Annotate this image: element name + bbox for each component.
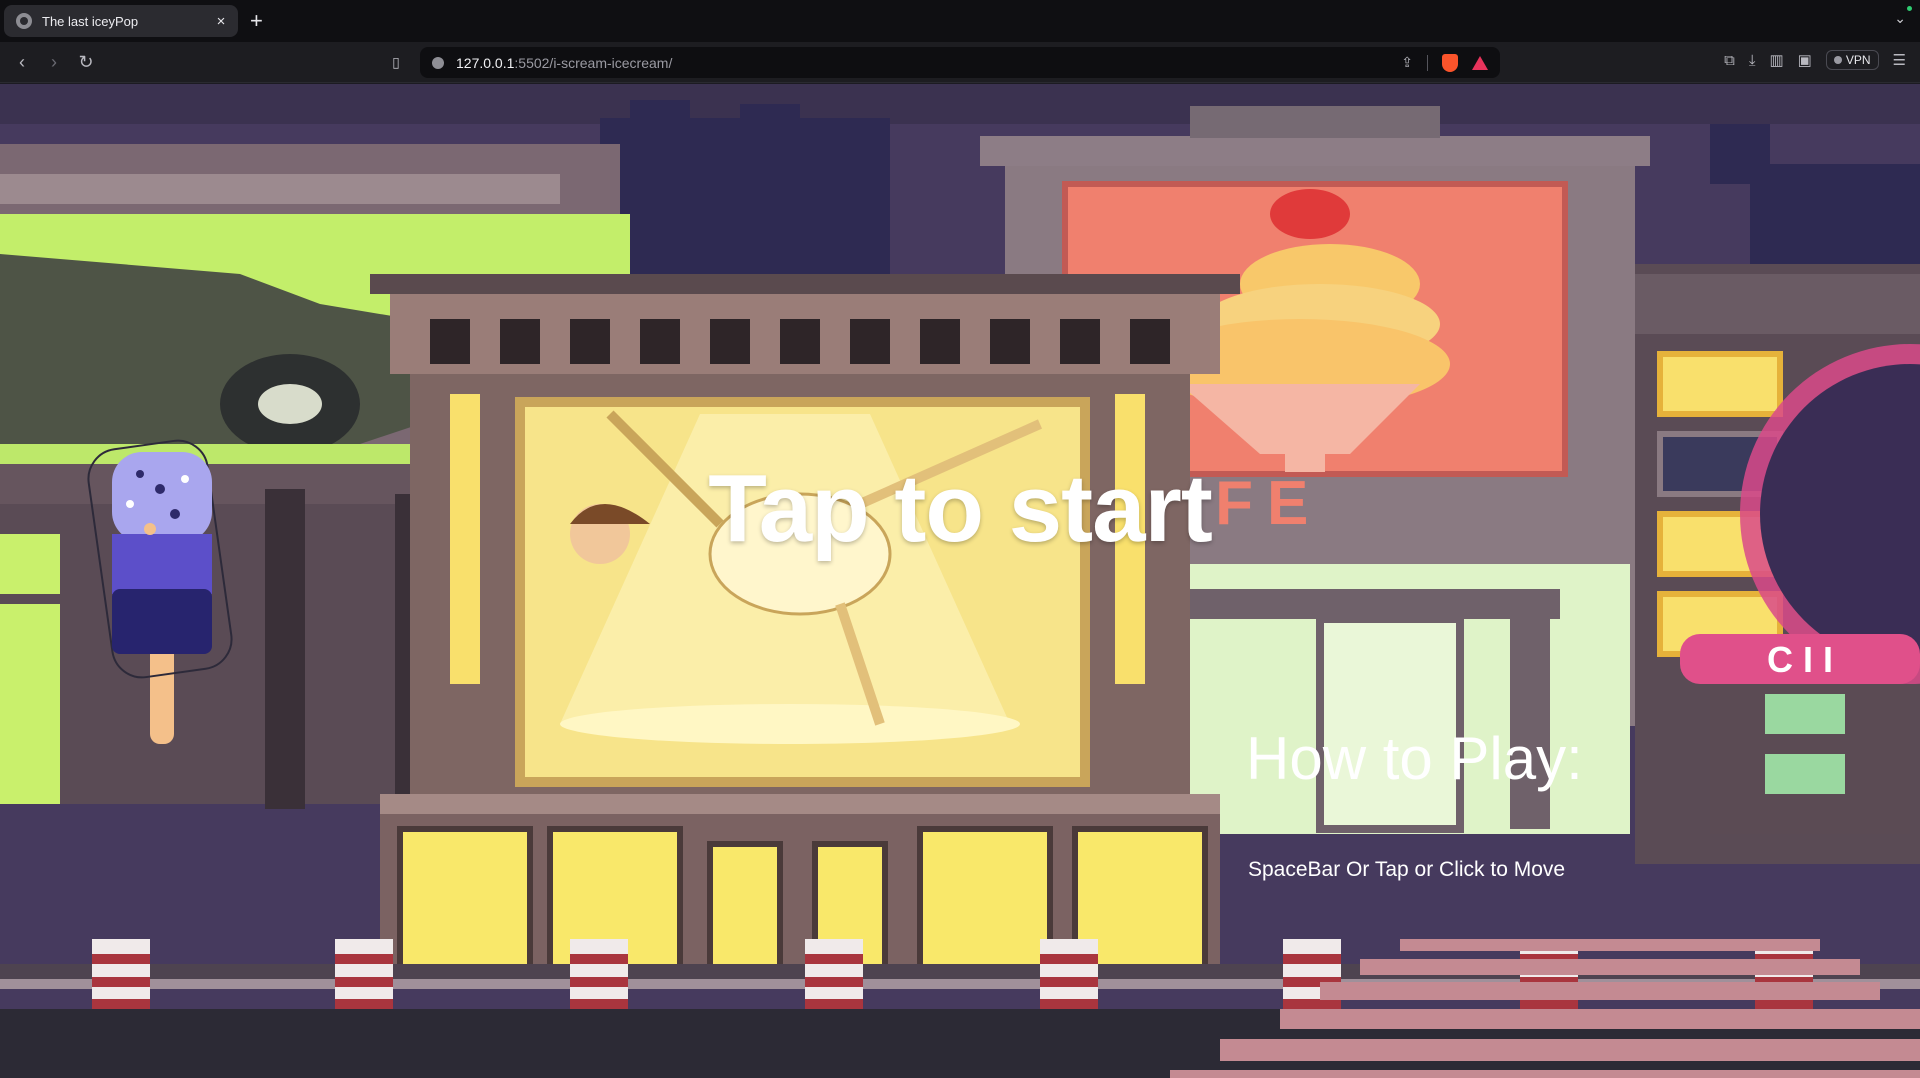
download-icon[interactable]: ⤓: [1749, 52, 1756, 69]
back-icon[interactable]: ‹: [10, 50, 34, 74]
tap-to-start-prompt[interactable]: Tap to start: [0, 454, 1920, 564]
controls-instructions: SpaceBar Or Tap or Click to Move: [1248, 858, 1566, 881]
toolbar-actions: ⧉ ⤓ ▥ ▣ VPN ☰: [1724, 50, 1906, 70]
theater-building: [370, 274, 1240, 984]
tab-title: The last iceyPop: [42, 13, 139, 29]
brave-shields-icon[interactable]: [1442, 53, 1458, 72]
right-building: C I I: [1635, 264, 1920, 864]
vpn-label: VPN: [1845, 53, 1871, 67]
share-icon[interactable]: ⇪: [1401, 54, 1413, 71]
sidebar-icon[interactable]: ▥: [1769, 51, 1783, 69]
vpn-status-icon: [1833, 56, 1842, 64]
how-to-play-heading: How to Play:: [1246, 725, 1583, 792]
tab-strip: The last iceyPop × + ⌄: [0, 0, 1920, 42]
city-background: CAFE C I I: [0, 84, 1920, 1078]
reload-icon[interactable]: ↻: [74, 50, 98, 74]
globe-icon: [16, 13, 32, 29]
browser-tab[interactable]: The last iceyPop ×: [4, 5, 238, 37]
brave-rewards-icon[interactable]: [1472, 55, 1488, 70]
shop-sign: C I I: [1767, 639, 1833, 680]
bookmark-icon[interactable]: ▯: [384, 50, 408, 74]
site-info-icon[interactable]: [432, 56, 444, 69]
extensions-icon[interactable]: ⧉: [1724, 52, 1735, 69]
vpn-button[interactable]: VPN: [1825, 50, 1879, 70]
update-indicator-icon: [1907, 6, 1912, 11]
new-tab-button[interactable]: +: [250, 8, 263, 34]
url-host: 127.0.0.1: [456, 54, 515, 71]
forward-icon[interactable]: ›: [42, 50, 66, 74]
url-path: :5502/i-scream-icecream/: [514, 54, 673, 71]
browser-toolbar: ‹ › ↻ ▯ 127.0.0.1 :5502/i-scream-icecrea…: [0, 42, 1920, 83]
game-canvas[interactable]: CAFE C I I Tap to start How to Play: Spa…: [0, 84, 1920, 1078]
wallet-icon[interactable]: ▣: [1798, 51, 1812, 69]
address-bar[interactable]: 127.0.0.1 :5502/i-scream-icecream/ ⇪: [420, 47, 1500, 78]
tab-close-icon[interactable]: ×: [212, 13, 230, 30]
divider: [1427, 54, 1428, 71]
chevron-down-icon[interactable]: ⌄: [1894, 10, 1906, 27]
menu-icon[interactable]: ☰: [1893, 51, 1906, 69]
